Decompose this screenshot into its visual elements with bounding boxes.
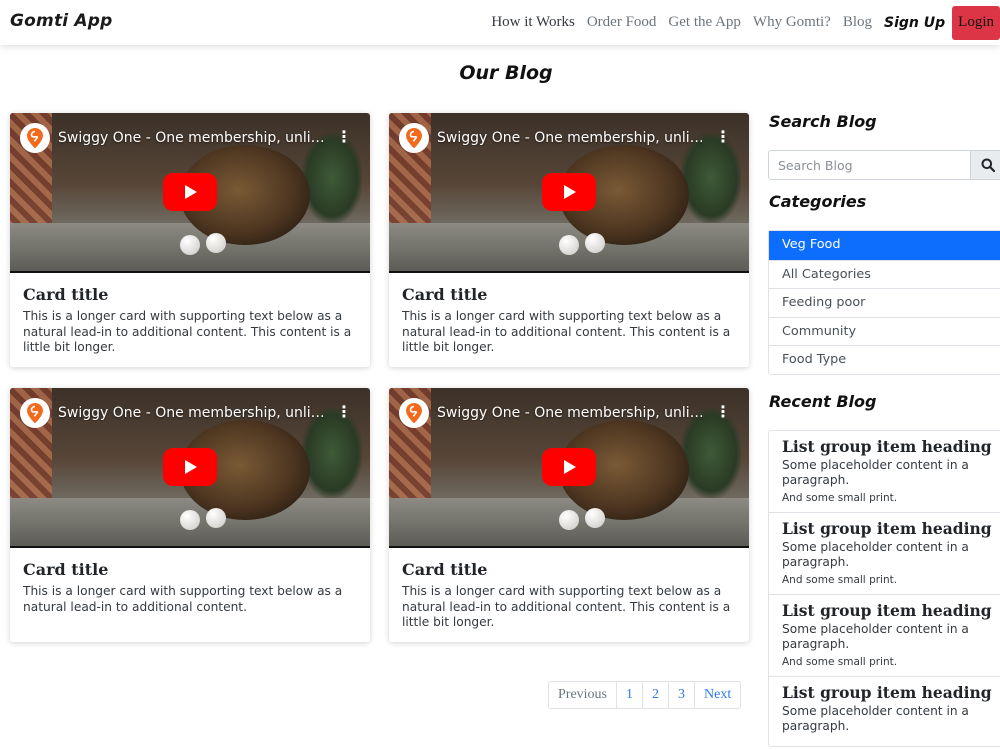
blog-card: Swiggy One - One membership, unlimite...… [389,113,749,367]
blog-card: Swiggy One - One membership, unlimite...… [389,388,749,642]
blog-card: Swiggy One - One membership, unlimite...… [10,388,370,642]
video-thumbnail-egg [180,235,200,255]
search-group [768,150,1000,180]
search-input[interactable] [768,150,971,180]
video-thumbnail-egg [585,233,605,253]
video-embed[interactable]: Swiggy One - One membership, unlimite...… [389,388,749,548]
category-veg-food[interactable]: Veg Food [769,231,1000,260]
recent-item-heading: List group item heading [782,683,992,702]
video-embed[interactable]: Swiggy One - One membership, unlimite...… [389,113,749,273]
card-body: Card title This is a longer card with su… [389,548,749,642]
video-thumbnail-egg [559,235,579,255]
nav-link-why-gomti[interactable]: Why Gomti? [753,14,831,31]
video-title[interactable]: Swiggy One - One membership, unlimite... [58,405,328,421]
card-body: Card title This is a longer card with su… [389,273,749,367]
recent-blog-item[interactable]: List group item heading Some placeholder… [769,512,1000,594]
video-thumbnail-plant [681,133,741,223]
nav-link-how-it-works[interactable]: How it Works [491,14,575,31]
recent-item-small: And some small print. [782,656,898,668]
video-thumbnail-plant [302,133,362,223]
recent-item-text: Some placeholder content in a paragraph. [782,458,969,487]
page-title: Our Blog [459,62,553,84]
blog-card: Swiggy One - One membership, unlimite...… [10,113,370,367]
recent-blog-item[interactable]: List group item heading Some placeholder… [769,431,1000,512]
navbar: Gomti App How it Works Order Food Get th… [0,0,1000,45]
pagination-previous[interactable]: Previous [549,682,616,708]
swiggy-logo-icon[interactable] [20,398,50,428]
youtube-play-icon[interactable] [542,173,596,211]
video-embed[interactable]: Swiggy One - One membership, unlimite...… [10,388,370,548]
recent-item-heading: List group item heading [782,601,992,620]
search-button[interactable] [971,150,1000,180]
nav-link-order-food[interactable]: Order Food [587,14,657,31]
categories-list: Veg Food All Categories Feeding poor Com… [768,230,1000,375]
recent-blog-list: List group item heading Some placeholder… [768,430,1000,747]
youtube-play-icon[interactable] [542,448,596,486]
category-food-type[interactable]: Food Type [769,345,1000,374]
recent-item-heading: List group item heading [782,519,992,538]
recent-blog-heading: Recent Blog [769,392,877,411]
video-title[interactable]: Swiggy One - One membership, unlimite... [437,130,707,146]
pagination-page-3[interactable]: 3 [668,682,694,708]
video-title[interactable]: Swiggy One - One membership, unlimite... [437,405,707,421]
card-title: Card title [402,285,488,304]
more-vert-icon[interactable]: ⋮ [715,127,731,146]
card-body: Card title This is a longer card with su… [10,548,370,627]
card-title: Card title [402,560,488,579]
swiggy-logo-icon[interactable] [20,123,50,153]
more-vert-icon[interactable]: ⋮ [715,402,731,421]
recent-item-text: Some placeholder content in a paragraph. [782,540,969,569]
category-all-categories[interactable]: All Categories [769,259,1000,289]
youtube-play-icon[interactable] [163,448,217,486]
nav-links: How it Works Order Food Get the App Why … [491,0,1000,45]
recent-item-text: Some placeholder content in a paragraph. [782,622,969,651]
recent-item-small: And some small print. [782,574,898,586]
categories-heading: Categories [769,192,867,211]
nav-link-blog[interactable]: Blog [843,14,872,31]
pagination-page-1[interactable]: 1 [616,682,642,708]
swiggy-logo-icon[interactable] [399,398,429,428]
video-thumbnail-plant [302,408,362,498]
card-text: This is a longer card with supporting te… [402,309,731,354]
brand-logo[interactable]: Gomti App [10,11,113,31]
recent-blog-item[interactable]: List group item heading Some placeholder… [769,676,1000,746]
more-vert-icon[interactable]: ⋮ [336,402,352,421]
video-thumbnail-egg [559,510,579,530]
login-button[interactable]: Login [952,5,1000,40]
card-title: Card title [23,560,109,579]
youtube-play-icon[interactable] [163,173,217,211]
pagination-page-2[interactable]: 2 [642,682,668,708]
video-thumbnail-plant [681,408,741,498]
recent-item-heading: List group item heading [782,437,992,456]
recent-item-text: Some placeholder content in a paragraph. [782,704,969,733]
card-text: This is a longer card with supporting te… [23,584,343,614]
video-thumbnail-egg [206,508,226,528]
video-embed[interactable]: Swiggy One - One membership, unlimite...… [10,113,370,273]
card-title: Card title [23,285,109,304]
video-title[interactable]: Swiggy One - One membership, unlimite... [58,130,328,146]
search-icon [981,158,995,172]
swiggy-logo-icon[interactable] [399,123,429,153]
video-thumbnail-egg [585,508,605,528]
pagination-next[interactable]: Next [694,682,740,708]
card-text: This is a longer card with supporting te… [23,309,352,354]
card-body: Card title This is a longer card with su… [10,273,370,367]
category-feeding-poor[interactable]: Feeding poor [769,288,1000,317]
video-thumbnail-egg [180,510,200,530]
more-vert-icon[interactable]: ⋮ [336,127,352,146]
recent-item-small: And some small print. [782,492,898,504]
search-blog-heading: Search Blog [769,112,877,131]
category-community[interactable]: Community [769,316,1000,346]
recent-blog-item[interactable]: List group item heading Some placeholder… [769,594,1000,676]
signup-link[interactable]: Sign Up [884,15,945,31]
card-text: This is a longer card with supporting te… [402,584,731,629]
video-thumbnail-egg [206,233,226,253]
nav-link-get-the-app[interactable]: Get the App [668,14,741,31]
pagination: Previous 1 2 3 Next [548,681,742,709]
